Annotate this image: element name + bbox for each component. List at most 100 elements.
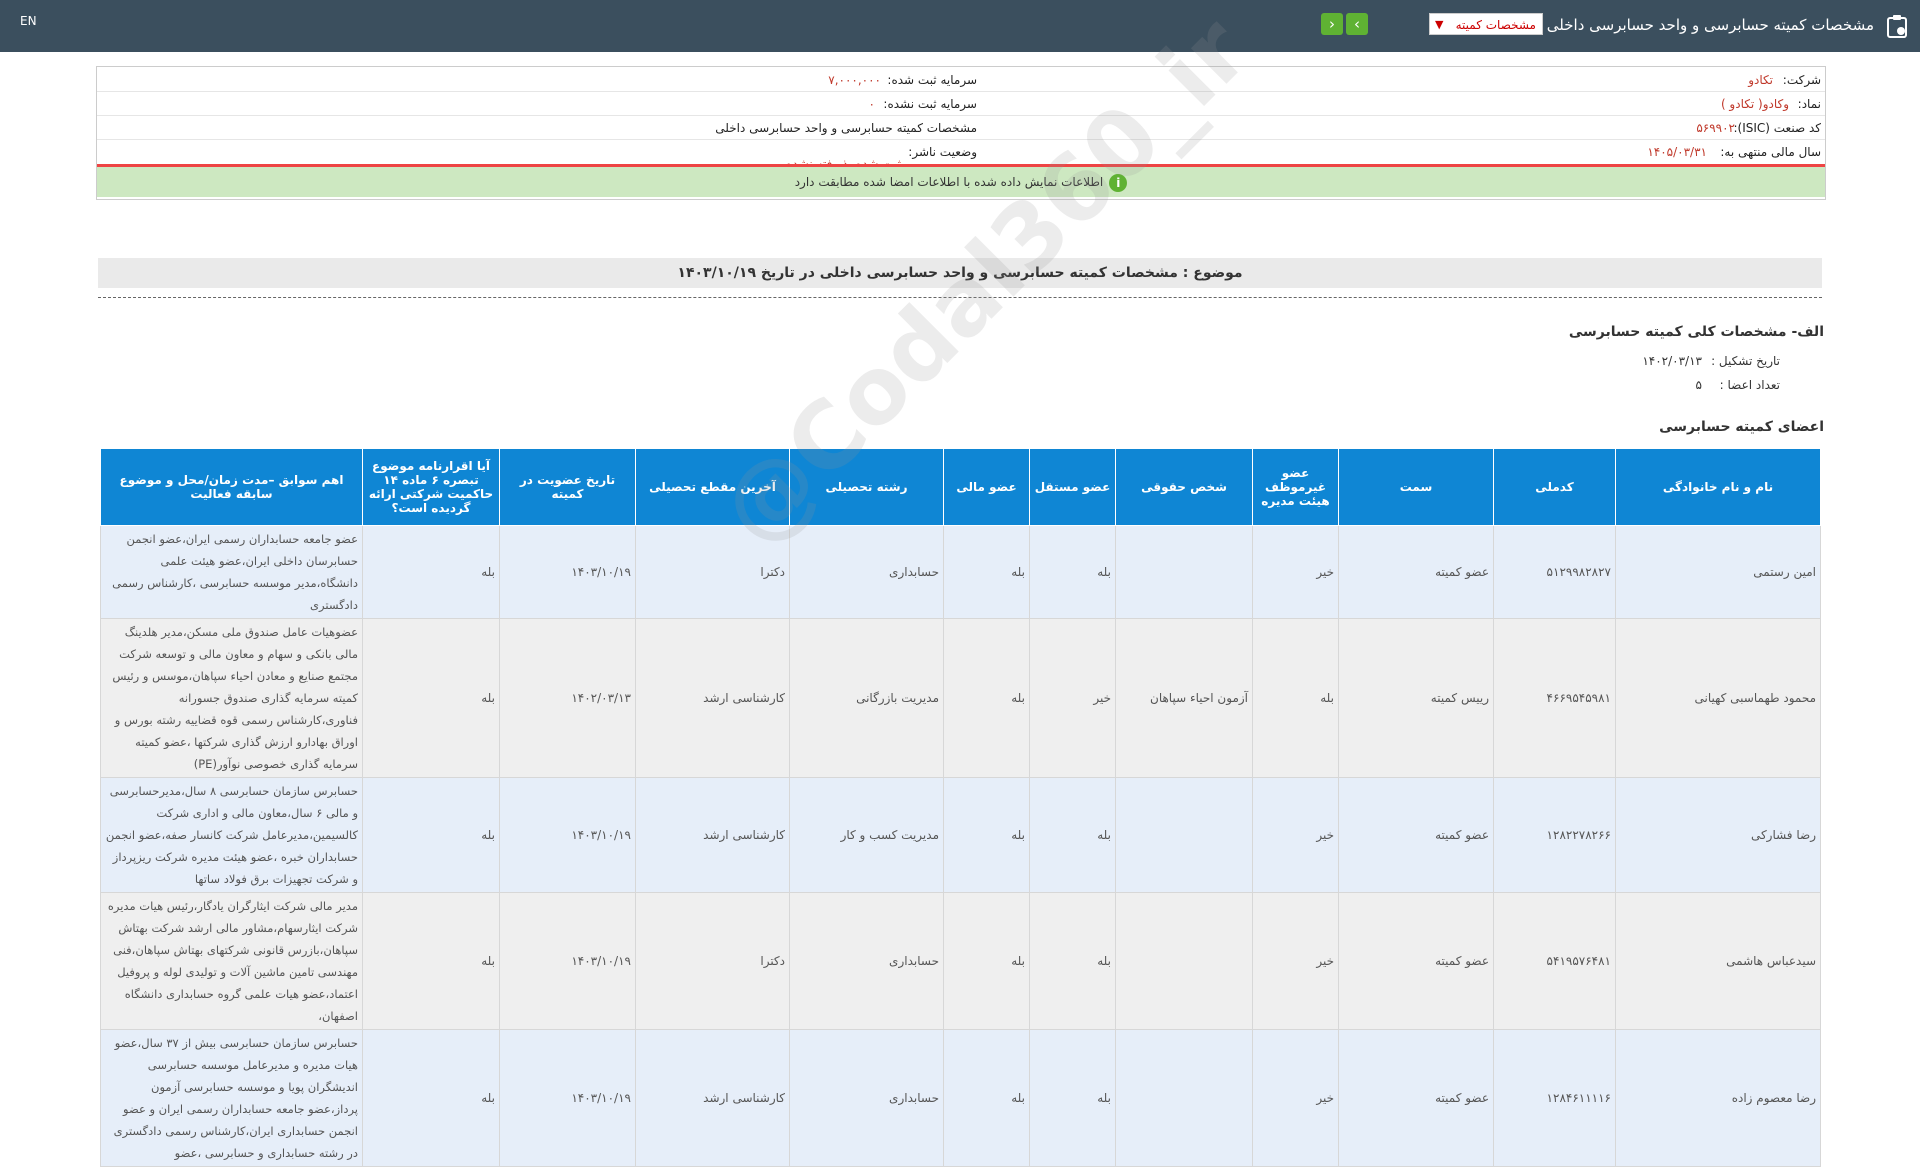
column-header: عضو مالی — [943, 448, 1030, 526]
unregistered-capital-label: سرمایه ثبت نشده: — [883, 97, 977, 111]
cell-history: مدیر مالی شرکت ایثارگران یادگار،رئیس هیا… — [100, 892, 363, 1030]
cell-declaration: بله — [362, 892, 500, 1030]
column-header: کدملی — [1493, 448, 1616, 526]
report-type-text: مشخصات کمیته حسابرسی و واحد حسابرسی داخل… — [715, 121, 977, 135]
company-value[interactable]: تکادو — [1748, 73, 1773, 87]
cell-national-code: ۱۲۸۴۶۱۱۱۱۶ — [1493, 1029, 1616, 1167]
cell-national-code: ۵۱۲۹۹۸۲۸۲۷ — [1493, 525, 1616, 619]
cell-nonexec: خیر — [1252, 892, 1339, 1030]
info-row-1: شرکت: تکادو سرمایه ثبت شده: ۷,۰۰۰,۰۰۰ — [97, 67, 1825, 92]
isic-value: ۵۶۹۹۰۲ — [1696, 121, 1735, 135]
cell-history: حسابرس سازمان حسابرسی ۸ سال،مدیرحسابرسی … — [100, 777, 363, 893]
cell-nonexec: خیر — [1252, 525, 1339, 619]
cell-declaration: بله — [362, 777, 500, 893]
table-row: رضا معصوم زاده ۱۲۸۴۶۱۱۱۱۶ عضو کمیته خیر … — [100, 1029, 1821, 1167]
cell-degree: کارشناسی ارشد — [635, 777, 790, 893]
clipboard-icon — [1886, 14, 1908, 38]
registered-capital-value: ۷,۰۰۰,۰۰۰ — [828, 73, 881, 87]
registered-capital-label: سرمایه ثبت شده: — [887, 73, 977, 87]
info-row-4: سال مالی منتهی به: ۱۴۰۵/۰۳/۳۱ وضعیت ناشر… — [97, 139, 1825, 171]
signature-notice: iاطلاعات نمایش داده شده با اطلاعات امضا … — [97, 167, 1825, 197]
info-row-3: کد صنعت (ISIC): ۵۶۹۹۰۲ مشخصات کمیته حساب… — [97, 115, 1825, 140]
table-header-row: نام و نام خانوادگی کدملی سمت عضو غیرموظف… — [100, 448, 1821, 526]
cell-membership-date: ۱۴۰۳/۱۰/۱۹ — [499, 1029, 636, 1167]
chevron-down-icon: ▼ — [1435, 18, 1444, 31]
cell-independent: خیر — [1029, 618, 1116, 778]
cell-name: رضا معصوم زاده — [1615, 1029, 1821, 1167]
cell-role: عضو کمیته — [1338, 777, 1494, 893]
formation-date-value: ۱۴۰۲/۰۳/۱۳ — [1642, 354, 1702, 368]
info-row-2: نماد: وکادو( تکادو ) سرمایه ثبت نشده: ۰ — [97, 91, 1825, 116]
next-button[interactable]: › — [1346, 13, 1368, 35]
cell-legal-entity — [1115, 1029, 1253, 1167]
report-type-select-label: مشخصات کمیته — [1455, 18, 1536, 32]
cell-financial: بله — [943, 892, 1030, 1030]
column-header: سمت — [1338, 448, 1494, 526]
cell-role: عضو کمیته — [1338, 1029, 1494, 1167]
section-b-title: اعضای کمیته حسابرسی — [1659, 419, 1824, 435]
cell-financial: بله — [943, 777, 1030, 893]
symbol-value[interactable]: وکادو( تکادو ) — [1721, 97, 1789, 111]
cell-field: حسابداری — [789, 892, 944, 1030]
chevron-right-icon: › — [1354, 15, 1360, 33]
cell-name: رضا فشارکی — [1615, 777, 1821, 893]
isic-label: کد صنعت (ISIC): — [1733, 121, 1821, 135]
column-header: آیا اقرارنامه موضوع تبصره ۶ ماده ۱۴ حاکم… — [362, 448, 500, 526]
company-label: شرکت: — [1782, 73, 1821, 87]
fiscal-year-value: ۱۴۰۵/۰۳/۳۱ — [1647, 145, 1707, 159]
language-switch[interactable]: EN — [20, 14, 37, 28]
cell-independent: بله — [1029, 892, 1116, 1030]
fiscal-year-label: سال مالی منتهی به: — [1720, 145, 1821, 159]
page-title: مشخصات کمیته حسابرسی و واحد حسابرسی داخل… — [1546, 16, 1874, 34]
table-row: امین رستمی ۵۱۲۹۹۸۲۸۲۷ عضو کمیته خیر بله … — [100, 525, 1821, 619]
cell-field: مدیریت بازرگانی — [789, 618, 944, 778]
chevron-left-icon: ‹ — [1329, 15, 1335, 33]
report-type-select[interactable]: مشخصات کمیته ▼ — [1429, 13, 1543, 35]
column-header: شخص حقوقی — [1115, 448, 1253, 526]
cell-name: امین رستمی — [1615, 525, 1821, 619]
cell-name: محمود طهماسبی کهیانی — [1615, 618, 1821, 778]
column-header: عضو مستقل — [1029, 448, 1116, 526]
cell-membership-date: ۱۴۰۲/۰۳/۱۳ — [499, 618, 636, 778]
cell-nonexec: خیر — [1252, 1029, 1339, 1167]
cell-degree: دکترا — [635, 892, 790, 1030]
cell-independent: بله — [1029, 1029, 1116, 1167]
cell-declaration: بله — [362, 525, 500, 619]
column-header: اهم سوابق –مدت زمان/محل و موضوع سابقه فع… — [100, 448, 363, 526]
cell-field: حسابداری — [789, 1029, 944, 1167]
publisher-status-label: وضعیت ناشر: — [908, 145, 977, 159]
members-count-value: ۵ — [1695, 378, 1702, 392]
table-row: محمود طهماسبی کهیانی ۴۶۶۹۵۴۵۹۸۱ رییس کمی… — [100, 618, 1821, 778]
cell-history: حسابرس سازمان حسابرسی بیش از ۳۷ سال،عضو … — [100, 1029, 363, 1167]
cell-legal-entity — [1115, 892, 1253, 1030]
cell-national-code: ۵۴۱۹۵۷۶۴۸۱ — [1493, 892, 1616, 1030]
unregistered-capital-value: ۰ — [868, 97, 875, 111]
column-header: نام و نام خانوادگی — [1615, 448, 1821, 526]
cell-role: عضو کمیته — [1338, 892, 1494, 1030]
cell-role: عضو کمیته — [1338, 525, 1494, 619]
cell-membership-date: ۱۴۰۳/۱۰/۱۹ — [499, 892, 636, 1030]
company-info-panel: شرکت: تکادو سرمایه ثبت شده: ۷,۰۰۰,۰۰۰ نم… — [96, 66, 1826, 200]
cell-nonexec: خیر — [1252, 777, 1339, 893]
cell-financial: بله — [943, 618, 1030, 778]
cell-history: عضو جامعه حسابداران رسمی ایران،عضو انجمن… — [100, 525, 363, 619]
cell-legal-entity — [1115, 525, 1253, 619]
top-bar: مشخصات کمیته حسابرسی و واحد حسابرسی داخل… — [0, 0, 1920, 52]
cell-nonexec: بله — [1252, 618, 1339, 778]
table-row: سیدعباس هاشمی ۵۴۱۹۵۷۶۴۸۱ عضو کمیته خیر ب… — [100, 892, 1821, 1030]
cell-history: عضوهیات عامل صندوق ملی مسکن،مدیر هلدینگ … — [100, 618, 363, 778]
cell-membership-date: ۱۴۰۳/۱۰/۱۹ — [499, 777, 636, 893]
column-header: عضو غیرموظف هیئت مدیره — [1252, 448, 1339, 526]
cell-declaration: بله — [362, 618, 500, 778]
members-table: نام و نام خانوادگی کدملی سمت عضو غیرموظف… — [100, 448, 1821, 1167]
section-a-title: الف- مشخصات کلی کمیته حسابرسی — [1568, 324, 1824, 340]
cell-degree: کارشناسی ارشد — [635, 618, 790, 778]
cell-name: سیدعباس هاشمی — [1615, 892, 1821, 1030]
cell-field: مدیریت کسب و کار — [789, 777, 944, 893]
previous-button[interactable]: ‹ — [1321, 13, 1343, 35]
cell-financial: بله — [943, 1029, 1030, 1167]
symbol-label: نماد: — [1797, 97, 1821, 111]
cell-legal-entity — [1115, 777, 1253, 893]
cell-legal-entity: آزمون احیاء سپاهان — [1115, 618, 1253, 778]
members-count-label: تعداد اعضا : — [1719, 378, 1780, 392]
